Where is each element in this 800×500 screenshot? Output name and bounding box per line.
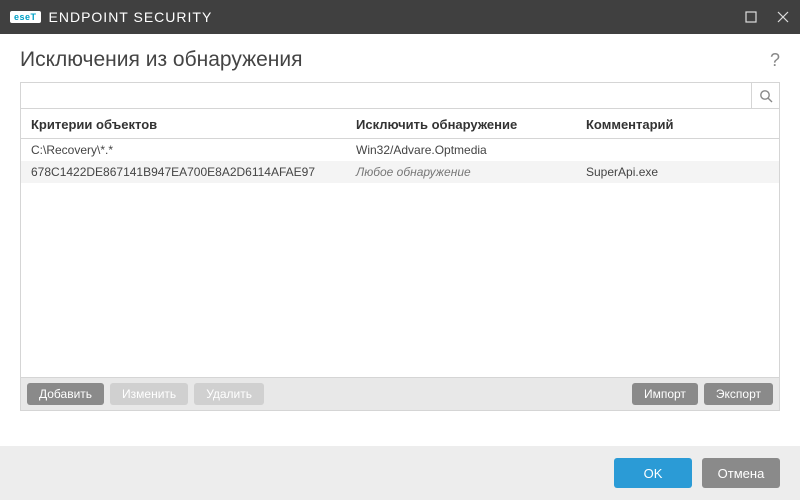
content-area: Критерии объектов Исключить обнаружение … bbox=[0, 82, 800, 411]
exclusions-table-body: C:\Recovery\*.*Win32/Advare.Optmedia678C… bbox=[21, 139, 779, 183]
ok-button[interactable]: OK bbox=[614, 458, 692, 488]
minimize-button[interactable] bbox=[744, 10, 758, 24]
search-button[interactable] bbox=[751, 83, 779, 108]
import-button[interactable]: Импорт bbox=[632, 383, 698, 405]
title-bar: eseT ENDPOINT SECURITY bbox=[0, 0, 800, 34]
table-row[interactable]: 678C1422DE867141B947EA700E8A2D6114AFAE97… bbox=[21, 161, 779, 183]
cell-criteria: C:\Recovery\*.* bbox=[21, 139, 346, 161]
exclusions-table-head: Критерии объектов Исключить обнаружение … bbox=[21, 109, 779, 139]
brand-badge: eseT bbox=[10, 11, 41, 23]
edit-button[interactable]: Изменить bbox=[110, 383, 188, 405]
window-controls bbox=[744, 10, 790, 24]
cell-exclude: Win32/Advare.Optmedia bbox=[346, 139, 576, 161]
cell-comment: SuperApi.exe bbox=[576, 161, 779, 183]
cell-comment bbox=[576, 139, 779, 161]
cell-criteria: 678C1422DE867141B947EA700E8A2D6114AFAE97 bbox=[21, 161, 346, 183]
close-icon bbox=[777, 11, 789, 23]
help-button[interactable]: ? bbox=[770, 50, 780, 71]
search-input[interactable] bbox=[21, 83, 751, 108]
brand-name: ENDPOINT SECURITY bbox=[49, 9, 213, 25]
col-criteria[interactable]: Критерии объектов bbox=[21, 109, 346, 139]
page-header: Исключения из обнаружения ? bbox=[0, 34, 800, 82]
export-button[interactable]: Экспорт bbox=[704, 383, 773, 405]
add-button[interactable]: Добавить bbox=[27, 383, 104, 405]
search-row bbox=[21, 83, 779, 109]
exclusions-panel: Критерии объектов Исключить обнаружение … bbox=[20, 82, 780, 411]
table-row[interactable]: C:\Recovery\*.*Win32/Advare.Optmedia bbox=[21, 139, 779, 161]
search-icon bbox=[759, 89, 773, 103]
dialog-footer: OK Отмена bbox=[0, 446, 800, 500]
cancel-button[interactable]: Отмена bbox=[702, 458, 780, 488]
minimize-icon bbox=[745, 11, 757, 23]
delete-button[interactable]: Удалить bbox=[194, 383, 264, 405]
table-body: C:\Recovery\*.*Win32/Advare.Optmedia678C… bbox=[21, 139, 779, 377]
cell-exclude: Любое обнаружение bbox=[346, 161, 576, 183]
action-bar: Добавить Изменить Удалить Импорт Экспорт bbox=[21, 377, 779, 410]
col-comment[interactable]: Комментарий bbox=[576, 109, 779, 139]
page-title: Исключения из обнаружения bbox=[20, 48, 303, 72]
close-window-button[interactable] bbox=[776, 10, 790, 24]
col-exclude[interactable]: Исключить обнаружение bbox=[346, 109, 576, 139]
